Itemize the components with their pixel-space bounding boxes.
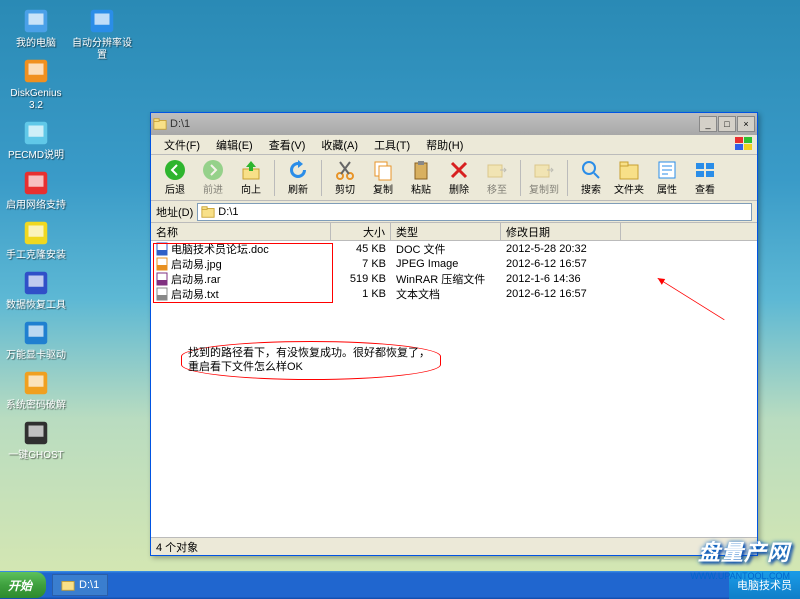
desktop-icon[interactable]: 系统密码破解	[6, 368, 66, 412]
toolbar-view-button[interactable]: 查看	[687, 159, 723, 196]
address-input[interactable]: D:\1	[197, 203, 752, 221]
doc-file-icon	[155, 242, 169, 255]
desktop-icon[interactable]: 一键GHOST	[6, 418, 66, 462]
rar-file-icon	[155, 272, 169, 285]
toolbar-fwd-button: 前进	[195, 159, 231, 196]
toolbar-props-button[interactable]: 属性	[649, 159, 685, 196]
start-button[interactable]: 开始	[0, 572, 46, 598]
toolbar-copy-button[interactable]: 复制	[365, 159, 401, 196]
toolbar: 后退前进向上刷新剪切复制粘贴删除移至复制到搜索文件夹属性查看	[151, 155, 757, 201]
refresh-icon	[287, 159, 309, 181]
toolbar-copyto-button: 复制到	[526, 159, 562, 196]
back-icon	[164, 159, 186, 181]
menubar: 文件(F)编辑(E)查看(V)收藏(A)工具(T)帮助(H)	[151, 135, 757, 155]
view-icon	[694, 159, 716, 181]
fwd-icon	[202, 159, 224, 181]
col-name[interactable]: 名称	[151, 223, 331, 240]
file-row[interactable]: 电脑技术员论坛.doc45 KBDOC 文件2012-5-28 20:32	[151, 241, 757, 256]
moveto-icon	[486, 159, 508, 181]
folder-icon	[201, 205, 215, 219]
folder-icon	[61, 578, 75, 592]
window-title: D:\1	[170, 118, 698, 130]
props-icon	[656, 159, 678, 181]
close-button[interactable]: ×	[737, 116, 755, 132]
menu-item[interactable]: 查看(V)	[261, 137, 314, 153]
toolbar-moveto-button: 移至	[479, 159, 515, 196]
address-label: 地址(D)	[156, 204, 193, 220]
explorer-window: D:\1 _ □ × 文件(F)编辑(E)查看(V)收藏(A)工具(T)帮助(H…	[150, 112, 758, 556]
titlebar[interactable]: D:\1 _ □ ×	[151, 113, 757, 135]
maximize-button[interactable]: □	[718, 116, 736, 132]
desktop-icon[interactable]: PECMD说明	[6, 118, 66, 162]
desktop-icon[interactable]: 启用网络支持	[6, 168, 66, 212]
menu-item[interactable]: 编辑(E)	[208, 137, 261, 153]
pecmd-icon	[21, 118, 51, 148]
jpg-file-icon	[155, 257, 169, 270]
copy-icon	[372, 159, 394, 181]
txt-file-icon	[155, 287, 169, 300]
desktop-icon[interactable]: 数据恢复工具	[6, 268, 66, 312]
copyto-icon	[533, 159, 555, 181]
menu-item[interactable]: 帮助(H)	[418, 137, 471, 153]
toolbar-cut-button[interactable]: 剪切	[327, 159, 363, 196]
display-icon	[21, 318, 51, 348]
toolbar-folders-button[interactable]: 文件夹	[611, 159, 647, 196]
folder-icon	[153, 117, 167, 131]
toolbar-search-button[interactable]: 搜索	[573, 159, 609, 196]
res-icon	[87, 6, 117, 36]
system-tray[interactable]: 电脑技术员	[729, 571, 800, 599]
col-type[interactable]: 类型	[391, 223, 501, 240]
file-row[interactable]: 启动易.txt1 KB文本文档2012-6-12 16:57	[151, 286, 757, 301]
address-value: D:\1	[218, 206, 238, 218]
up-icon	[240, 159, 262, 181]
annotation-note: 找到的路径看下，有没恢复成功。很好都恢复了，重启看下文件怎么样OK	[181, 341, 441, 380]
toolbar-back-button[interactable]: 后退	[157, 159, 193, 196]
minimize-button[interactable]: _	[699, 116, 717, 132]
net-icon	[21, 168, 51, 198]
dg-icon	[21, 56, 51, 86]
computer-icon	[21, 6, 51, 36]
clone-icon	[21, 218, 51, 248]
key-icon	[21, 368, 51, 398]
col-date[interactable]: 修改日期	[501, 223, 621, 240]
toolbar-delete-button[interactable]: 删除	[441, 159, 477, 196]
file-row[interactable]: 启动易.rar519 KBWinRAR 压缩文件2012-1-6 14:36	[151, 271, 757, 286]
menu-item[interactable]: 工具(T)	[366, 137, 418, 153]
toolbar-refresh-button[interactable]: 刷新	[280, 159, 316, 196]
desktop-icon[interactable]: 自动分辨率设置	[72, 6, 132, 62]
paste-icon	[410, 159, 432, 181]
menu-item[interactable]: 文件(F)	[156, 137, 208, 153]
cut-icon	[334, 159, 356, 181]
desktop-icon[interactable]: 手工克隆安装	[6, 218, 66, 262]
toolbar-paste-button[interactable]: 粘贴	[403, 159, 439, 196]
windows-flag-icon	[735, 137, 753, 151]
taskbar-item[interactable]: D:\1	[52, 574, 108, 596]
status-text: 4 个对象	[156, 539, 198, 555]
folders-icon	[618, 159, 640, 181]
d-icon	[21, 268, 51, 298]
desktop: 我的电脑 DiskGenius 3.2 PECMD说明启用网络支持手工克隆安装数据恢…	[6, 6, 136, 468]
ghost-icon	[21, 418, 51, 448]
toolbar-up-button[interactable]: 向上	[233, 159, 269, 196]
taskbar: 开始 D:\1 电脑技术员	[0, 571, 800, 599]
col-size[interactable]: 大小	[331, 223, 391, 240]
delete-icon	[448, 159, 470, 181]
status-bar: 4 个对象	[151, 537, 757, 555]
desktop-icon[interactable]: DiskGenius 3.2	[6, 56, 66, 112]
search-icon	[580, 159, 602, 181]
menu-item[interactable]: 收藏(A)	[313, 137, 366, 153]
file-row[interactable]: 启动易.jpg7 KBJPEG Image2012-6-12 16:57	[151, 256, 757, 271]
file-list: 名称 大小 类型 修改日期 电脑技术员论坛.doc45 KBDOC 文件2012…	[151, 223, 757, 537]
column-headers: 名称 大小 类型 修改日期	[151, 223, 757, 241]
desktop-icon[interactable]: 万能显卡驱动	[6, 318, 66, 362]
address-bar: 地址(D) D:\1	[151, 201, 757, 223]
desktop-icon[interactable]: 我的电脑	[6, 6, 66, 50]
